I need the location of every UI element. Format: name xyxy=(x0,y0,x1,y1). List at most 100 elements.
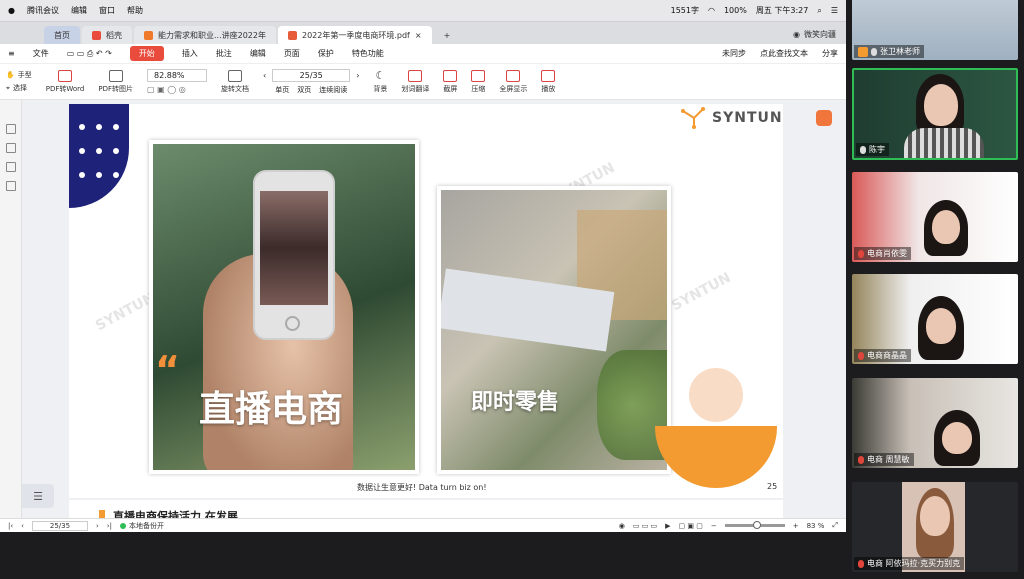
tab-career-talk[interactable]: 能力需求和职业...讲座2022年 xyxy=(134,26,276,44)
ribbon-file[interactable]: 文件 xyxy=(33,48,49,59)
mic-muted-icon xyxy=(858,455,864,464)
hand-icon: ✋ xyxy=(6,71,15,79)
prev-page-icon[interactable]: ‹ xyxy=(21,522,24,530)
new-tab-button[interactable]: + xyxy=(434,26,461,44)
search-icon[interactable]: ⌕ xyxy=(817,6,821,16)
play-icon[interactable]: ▶ xyxy=(665,522,670,530)
mic-icon xyxy=(871,47,877,56)
fullscreen-label: 全屏显示 xyxy=(499,84,528,93)
rotate-button[interactable]: 旋转文档 xyxy=(221,69,249,94)
share-button[interactable]: 分享 xyxy=(822,48,838,59)
compress-label: 压缩 xyxy=(471,84,486,93)
translate-button[interactable]: 划词翻译 xyxy=(401,69,429,94)
instant-retail-photo: 即时零售 xyxy=(437,186,671,474)
ribbon-edit[interactable]: 编辑 xyxy=(250,48,266,59)
participant-tile[interactable]: 电商商晶晶 xyxy=(852,274,1018,364)
battery-level[interactable]: 100% xyxy=(724,6,747,15)
wifi-icon[interactable]: ◠ xyxy=(708,6,715,15)
zoom-in-icon[interactable]: + xyxy=(793,522,799,530)
next-page-icon[interactable]: › xyxy=(96,522,99,530)
double-page-button[interactable]: 双页 xyxy=(297,85,311,95)
zoom-out-icon[interactable]: − xyxy=(711,522,717,530)
participant-tile[interactable]: 电商 阿依玛拉·克买力别克 xyxy=(852,482,1018,572)
ribbon-protect[interactable]: 保护 xyxy=(318,48,334,59)
quote-mark: “ xyxy=(155,348,180,392)
compress-button[interactable]: 压缩 xyxy=(471,69,486,94)
scissors-icon xyxy=(443,69,458,82)
floating-tool-icon[interactable] xyxy=(816,110,832,126)
eye-icon[interactable]: ◉ xyxy=(619,522,625,530)
menu-edit[interactable]: 编辑 xyxy=(71,5,87,16)
sync-status[interactable]: 未同步 xyxy=(722,48,746,59)
find-text-input[interactable]: 点此查找文本 xyxy=(760,48,808,59)
hand-tool[interactable]: ✋ 手型 xyxy=(6,70,32,80)
fullscreen-button[interactable]: 全屏显示 xyxy=(499,69,528,94)
tab-docer-label: 稻壳 xyxy=(106,30,122,40)
zoom-slider[interactable] xyxy=(724,521,785,529)
syntun-logo: SYNTUN xyxy=(681,107,783,129)
toggle-panel-button[interactable]: ☰ xyxy=(22,484,54,508)
menu-window[interactable]: 窗口 xyxy=(99,5,115,16)
bookmark-icon[interactable] xyxy=(5,143,16,153)
close-icon[interactable]: × xyxy=(415,31,422,40)
backup-status[interactable]: 本地备份开 xyxy=(119,521,164,531)
participant-label: 陈宇 xyxy=(856,143,889,156)
ribbon-annotate[interactable]: 批注 xyxy=(216,48,232,59)
pdf-to-image-button[interactable]: PDF转图片 xyxy=(98,69,133,94)
participant-tile[interactable]: 张卫林老师 xyxy=(852,0,1018,60)
ribbon-start[interactable]: 开始 xyxy=(129,46,164,61)
user-avatar[interactable]: ◉ xyxy=(793,30,800,39)
prev-page-icon[interactable]: ‹ xyxy=(263,71,266,80)
continuous-read-button[interactable]: 连续阅读 xyxy=(319,85,347,95)
backup-label: 本地备份开 xyxy=(128,521,164,530)
dot-grid-decoration xyxy=(79,124,147,178)
participant-name: 电商商晶晶 xyxy=(867,351,907,360)
participant-tile-active-speaker[interactable]: 陈宇 xyxy=(852,68,1018,160)
menu-help[interactable]: 帮助 xyxy=(127,5,143,16)
participant-tile[interactable]: 电商肖依雯 xyxy=(852,172,1018,262)
play-button[interactable]: 播放 xyxy=(541,69,556,94)
user-name[interactable]: 微笑向疆 xyxy=(804,29,836,40)
image-icon xyxy=(108,69,123,82)
select-tool[interactable]: ⌖ 选择 xyxy=(6,83,32,93)
participant-name: 电商 阿依玛拉·克买力别克 xyxy=(867,559,961,568)
pdf-to-word-button[interactable]: PDF转Word xyxy=(46,69,84,94)
participant-name: 陈宇 xyxy=(869,145,885,154)
attachments-icon[interactable] xyxy=(5,181,16,191)
status-page-input[interactable]: 25/35 xyxy=(31,520,88,531)
background-button[interactable]: ☾ 背景 xyxy=(373,69,387,94)
participant-label: 电商 阿依玛拉·克买力别克 xyxy=(854,557,965,570)
tab-home[interactable]: 首页 xyxy=(44,26,80,44)
hamburger-icon[interactable]: ≡ xyxy=(8,49,15,58)
pdf-to-image-label: PDF转图片 xyxy=(98,84,133,93)
tab-ecommerce-pdf[interactable]: 2022年第一季度电商环境.pdf × xyxy=(278,26,432,44)
zoom-select[interactable]: 82.88% xyxy=(147,69,207,82)
single-page-button[interactable]: 单页 xyxy=(275,85,289,95)
last-page-icon[interactable]: ›| xyxy=(107,522,112,530)
participant-tile[interactable]: 电商 周慧敏 xyxy=(852,378,1018,468)
mic-icon xyxy=(860,145,866,154)
thumbnails-icon[interactable] xyxy=(5,124,16,134)
apple-icon[interactable]: ● xyxy=(8,6,15,15)
clock[interactable]: 周五 下午3:27 xyxy=(756,5,809,16)
tab-docer[interactable]: 稻壳 xyxy=(82,26,132,44)
document-viewport[interactable]: SYNTUN SYNTUN SYNTUN SYNTUN “ 直播电商 即时零售 … xyxy=(22,100,846,518)
next-page-icon[interactable]: › xyxy=(356,71,359,80)
screenshot-button[interactable]: 截屏 xyxy=(443,69,458,94)
first-page-icon[interactable]: |‹ xyxy=(8,522,13,530)
ribbon-features[interactable]: 特色功能 xyxy=(352,48,384,59)
select-tool-label: 选择 xyxy=(12,84,27,92)
fit-icons[interactable]: ▢ ▣ ▢ xyxy=(679,522,703,530)
view-mode-icons[interactable]: ▭ ▭ ▭ xyxy=(633,522,657,530)
control-center-icon[interactable]: ☰ xyxy=(831,6,838,15)
menu-app-name[interactable]: 腾讯会议 xyxy=(27,5,59,16)
fit-icons[interactable]: ▢ ▣ ◯ ◎ xyxy=(147,85,207,94)
ribbon-insert[interactable]: 插入 xyxy=(182,48,198,59)
quick-access-icons[interactable]: ▭ ▭ ⎙ ↶ ↷ xyxy=(67,49,112,59)
ribbon-page[interactable]: 页面 xyxy=(284,48,300,59)
page-input[interactable]: 25/35 xyxy=(272,68,351,82)
expand-icon[interactable]: ⤢ xyxy=(832,521,838,530)
comments-icon[interactable] xyxy=(5,162,16,172)
network-speed: 1551字 xyxy=(670,6,699,15)
mic-muted-icon xyxy=(858,351,864,360)
